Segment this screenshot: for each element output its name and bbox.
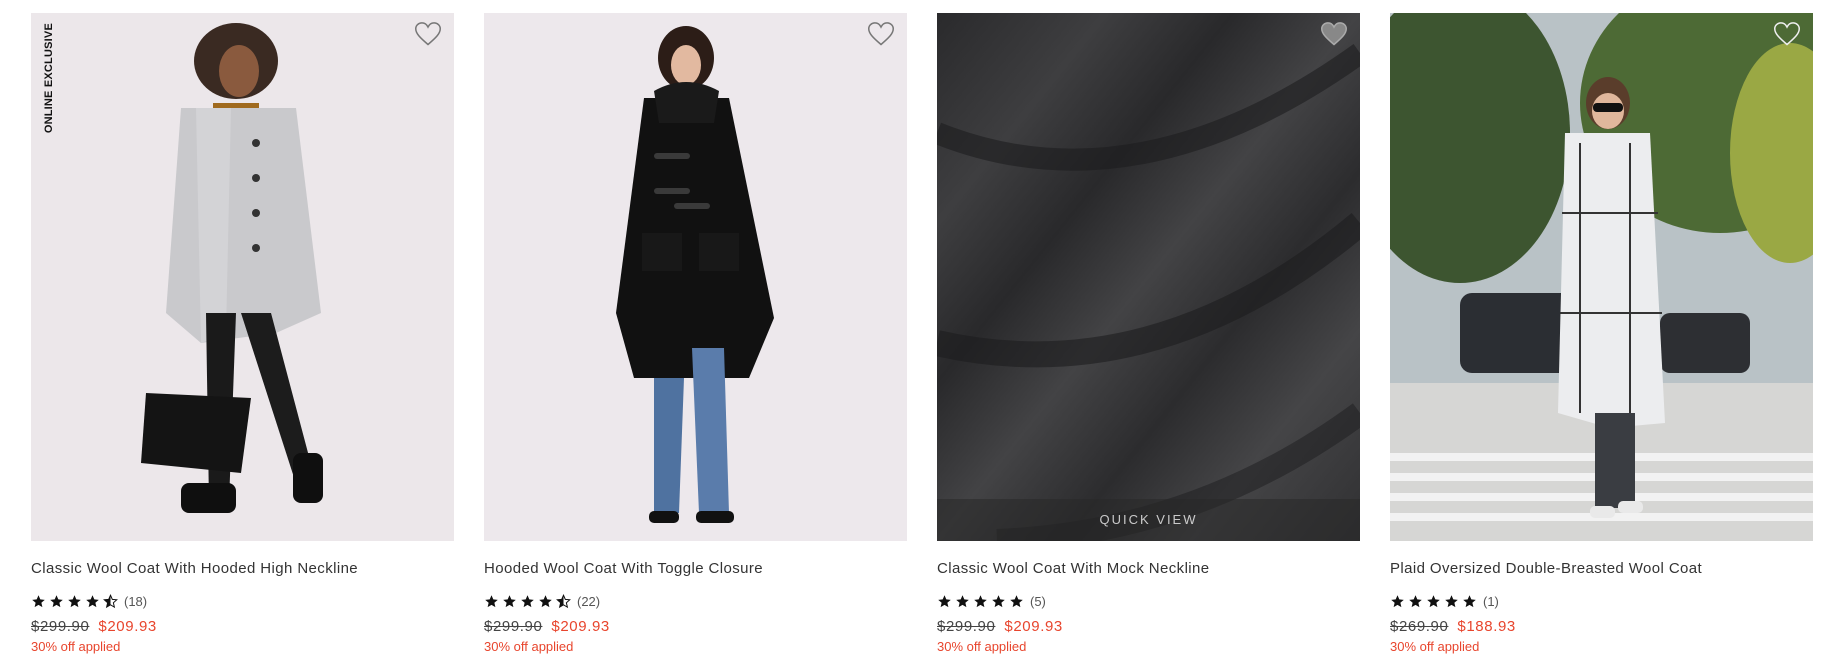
product-rating: (18)	[31, 593, 454, 609]
star-full-icon	[1463, 594, 1476, 607]
product-card: Plaid Oversized Double-Breasted Wool Coa…	[1390, 13, 1813, 654]
sale-price: $209.93	[98, 618, 157, 635]
star-half-icon	[556, 593, 571, 608]
product-rating: (22)	[484, 593, 907, 609]
star-full-icon	[956, 594, 969, 607]
price-block: $299.90 $209.93	[484, 618, 907, 635]
star-full-icon	[938, 594, 951, 607]
price-block: $269.90 $188.93	[1390, 618, 1813, 635]
product-title[interactable]: Plaid Oversized Double-Breasted Wool Coa…	[1390, 560, 1813, 578]
online-exclusive-badge: ONLINE EXCLUSIVE	[43, 23, 55, 134]
star-rating	[31, 593, 118, 609]
product-title[interactable]: Hooded Wool Coat With Toggle Closure	[484, 560, 907, 578]
wishlist-heart-icon[interactable]	[867, 21, 895, 47]
promo-text: 30% off applied	[31, 639, 121, 654]
star-full-icon	[974, 594, 987, 607]
review-count[interactable]: (18)	[124, 594, 147, 609]
star-full-icon	[1445, 594, 1458, 607]
product-photo	[484, 13, 907, 541]
product-card: ONLINE EXCLUSIVE Classic Wool Coat With …	[31, 13, 454, 654]
original-price: $269.90	[1390, 618, 1449, 635]
product-card: QUICK VIEW Classic Wool Coat With Mock N…	[937, 13, 1360, 654]
price-block: $299.90 $209.93	[31, 618, 454, 635]
wishlist-heart-icon[interactable]	[414, 21, 442, 47]
sale-price: $188.93	[1457, 618, 1516, 635]
review-count[interactable]: (5)	[1030, 594, 1046, 609]
star-rating	[484, 593, 571, 609]
star-full-icon	[485, 594, 498, 607]
star-full-icon	[521, 594, 534, 607]
product-rating: (5)	[937, 593, 1360, 609]
star-full-icon	[992, 594, 1005, 607]
original-price: $299.90	[937, 618, 996, 635]
star-full-icon	[1391, 594, 1404, 607]
product-photo	[31, 13, 454, 541]
product-photo	[937, 13, 1360, 541]
original-price: $299.90	[31, 618, 90, 635]
star-full-icon	[1427, 594, 1440, 607]
star-full-icon	[503, 594, 516, 607]
product-rating: (1)	[1390, 593, 1813, 609]
review-count[interactable]: (22)	[577, 594, 600, 609]
product-image[interactable]	[1390, 13, 1813, 541]
product-grid: ONLINE EXCLUSIVE Classic Wool Coat With …	[0, 0, 1825, 667]
wishlist-heart-icon[interactable]	[1320, 21, 1348, 47]
review-count[interactable]: (1)	[1483, 594, 1499, 609]
star-rating	[1390, 594, 1477, 609]
star-full-icon	[68, 594, 81, 607]
product-photo	[1390, 13, 1813, 541]
star-half-icon	[103, 593, 118, 608]
star-full-icon	[539, 594, 552, 607]
promo-text: 30% off applied	[484, 639, 574, 654]
quick-view-button[interactable]: QUICK VIEW	[937, 499, 1360, 541]
star-full-icon	[50, 594, 63, 607]
star-full-icon	[1409, 594, 1422, 607]
original-price: $299.90	[484, 618, 543, 635]
star-full-icon	[1010, 594, 1023, 607]
promo-text: 30% off applied	[937, 639, 1027, 654]
product-title[interactable]: Classic Wool Coat With Mock Neckline	[937, 560, 1360, 578]
wishlist-heart-icon[interactable]	[1773, 21, 1801, 47]
star-rating	[937, 594, 1024, 609]
product-image[interactable]: QUICK VIEW	[937, 13, 1360, 541]
promo-text: 30% off applied	[1390, 639, 1480, 654]
product-image[interactable]	[484, 13, 907, 541]
product-image[interactable]: ONLINE EXCLUSIVE	[31, 13, 454, 541]
sale-price: $209.93	[1004, 618, 1063, 635]
sale-price: $209.93	[551, 618, 610, 635]
star-full-icon	[32, 594, 45, 607]
product-card: Hooded Wool Coat With Toggle Closure (22…	[484, 13, 907, 654]
star-full-icon	[86, 594, 99, 607]
product-title[interactable]: Classic Wool Coat With Hooded High Neckl…	[31, 560, 454, 578]
price-block: $299.90 $209.93	[937, 618, 1360, 635]
